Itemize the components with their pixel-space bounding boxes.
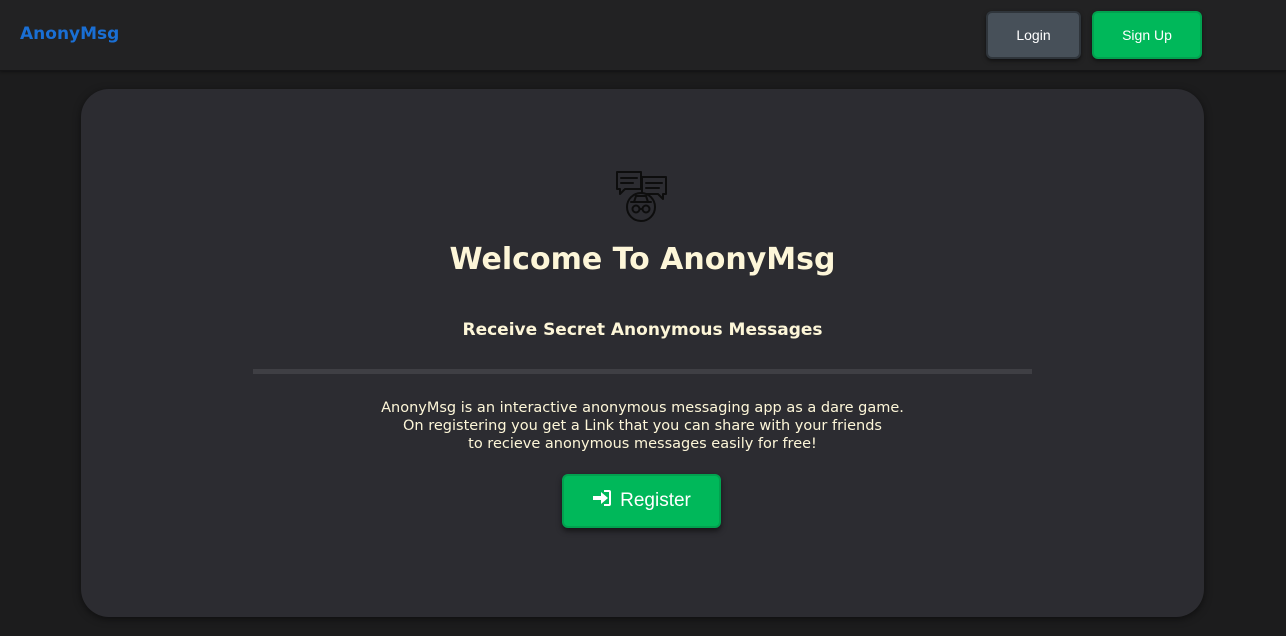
brand-logo[interactable]: AnonyMsg (20, 24, 119, 44)
sign-in-icon (592, 489, 612, 513)
page-subtitle: Receive Secret Anonymous Messages (462, 320, 823, 340)
signup-button[interactable]: Sign Up (1092, 11, 1202, 59)
register-label: Register (620, 490, 691, 511)
anonymous-chat-icon (615, 169, 669, 223)
description-line: On registering you get a Link that you c… (403, 418, 882, 434)
description-line: AnonyMsg is an interactive anonymous mes… (381, 400, 904, 416)
register-button[interactable]: Register (562, 474, 721, 528)
divider (253, 369, 1032, 374)
hero-card: Welcome To AnonyMsg Receive Secret Anony… (81, 89, 1204, 617)
description-line: to recieve anonymous messages easily for… (468, 436, 817, 452)
login-button[interactable]: Login (986, 11, 1081, 59)
top-navbar: AnonyMsg Login Sign Up (0, 0, 1286, 71)
page-title: Welcome To AnonyMsg (449, 242, 836, 277)
description-text: AnonyMsg is an interactive anonymous mes… (81, 399, 1204, 453)
